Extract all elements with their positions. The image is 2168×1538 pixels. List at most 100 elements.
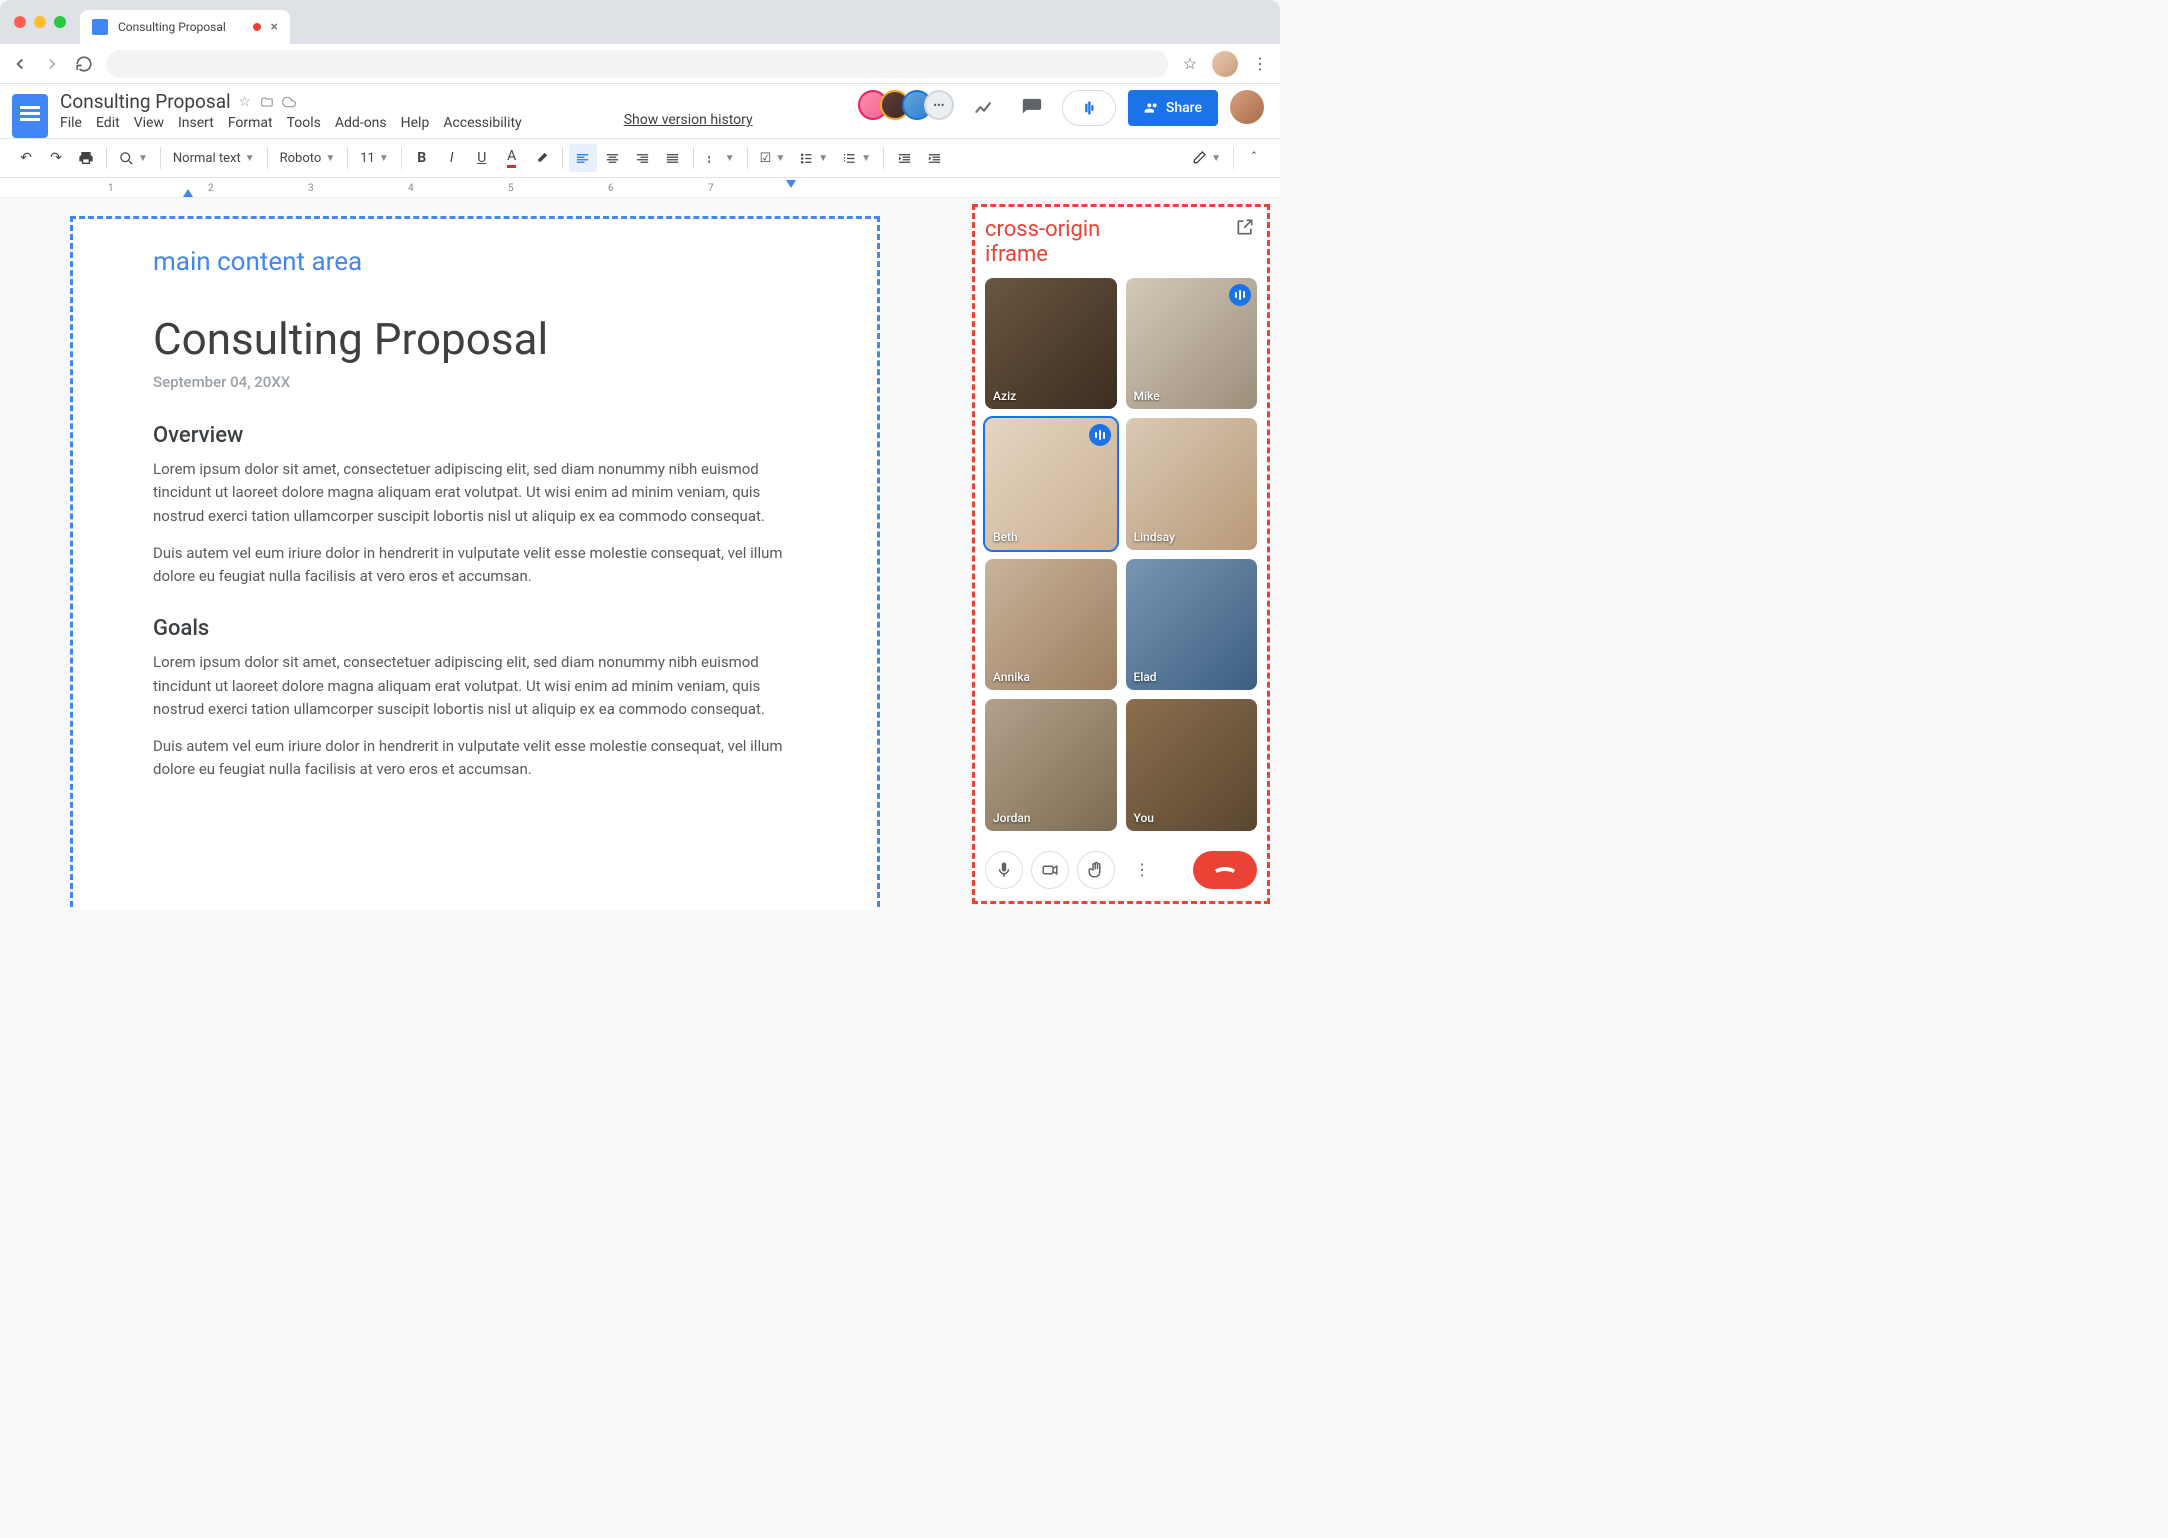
hide-menus-button[interactable]: ˆ — [1240, 144, 1268, 172]
window-controls — [0, 16, 80, 28]
highlight-color-button[interactable] — [528, 144, 556, 172]
document-heading[interactable]: Consulting Proposal — [153, 313, 797, 365]
menu-format[interactable]: Format — [228, 115, 273, 131]
bullet-list-button[interactable]: ▼ — [793, 144, 834, 172]
video-tile[interactable]: Annika — [985, 559, 1117, 691]
menu-view[interactable]: View — [134, 115, 164, 131]
camera-button[interactable] — [1031, 851, 1069, 889]
paragraph[interactable]: Lorem ipsum dolor sit amet, consectetuer… — [153, 458, 797, 528]
move-document-icon[interactable] — [259, 94, 275, 110]
google-docs-logo-icon[interactable] — [12, 94, 48, 138]
menu-edit[interactable]: Edit — [96, 115, 120, 131]
video-tile[interactable]: Aziz — [985, 278, 1117, 410]
bookmark-star-icon[interactable]: ☆ — [1180, 54, 1200, 74]
browser-tab-strip: Consulting Proposal × — [0, 0, 1280, 44]
share-button[interactable]: Share — [1128, 90, 1218, 126]
editing-mode-button[interactable]: ▼ — [1185, 144, 1227, 172]
menu-help[interactable]: Help — [401, 115, 430, 131]
more-options-button[interactable]: ⋮ — [1123, 851, 1161, 889]
underline-button[interactable]: U — [468, 144, 496, 172]
docs-header: Consulting Proposal ☆ File Edit View Ins… — [0, 84, 1280, 138]
participant-name: Jordan — [993, 811, 1031, 825]
collaborator-more[interactable]: ••• — [924, 90, 954, 120]
paragraph[interactable]: Lorem ipsum dolor sit amet, consectetuer… — [153, 651, 797, 721]
participant-name: Aziz — [993, 389, 1016, 403]
checklist-button[interactable]: ☑▼ — [754, 144, 792, 172]
undo-button[interactable]: ↶ — [12, 144, 40, 172]
redo-button[interactable]: ↷ — [42, 144, 70, 172]
paragraph-style-dropdown[interactable]: Normal text▼ — [167, 144, 261, 172]
video-tile[interactable]: Jordan — [985, 699, 1117, 831]
url-input[interactable] — [106, 50, 1168, 78]
font-family-dropdown[interactable]: Roboto▼ — [274, 144, 342, 172]
paragraph[interactable]: Duis autem vel eum iriure dolor in hendr… — [153, 735, 797, 782]
zoom-dropdown[interactable]: ▼ — [113, 144, 154, 172]
video-tile[interactable]: Mike — [1126, 278, 1258, 410]
cloud-saved-icon[interactable] — [281, 94, 297, 110]
formatting-toolbar: ↶ ↷ ▼ Normal text▼ Roboto▼ 11▼ B I U A ▼ — [0, 138, 1280, 178]
share-button-label: Share — [1166, 100, 1202, 116]
browser-tab[interactable]: Consulting Proposal × — [80, 10, 290, 44]
bold-button[interactable]: B — [408, 144, 436, 172]
meet-side-panel: cross-originiframe Aziz Mike Beth Lindsay An… — [972, 204, 1270, 904]
numbered-list-button[interactable]: ▼ — [836, 144, 877, 172]
menu-tools[interactable]: Tools — [287, 115, 321, 131]
speaking-indicator-icon — [1229, 284, 1251, 306]
menu-insert[interactable]: Insert — [178, 115, 214, 131]
version-history-link[interactable]: Show version history — [624, 90, 753, 128]
annotation-iframe: cross-originiframe — [985, 217, 1100, 268]
text-color-button[interactable]: A — [498, 144, 526, 172]
mute-mic-button[interactable] — [985, 851, 1023, 889]
print-button[interactable] — [72, 144, 100, 172]
paragraph[interactable]: Duis autem vel eum iriure dolor in hendr… — [153, 542, 797, 589]
video-tile[interactable]: Lindsay — [1126, 418, 1258, 550]
decrease-indent-button[interactable] — [890, 144, 918, 172]
comments-icon[interactable] — [1014, 90, 1050, 126]
browser-forward-button[interactable] — [42, 54, 62, 74]
window-fullscreen-dot[interactable] — [54, 16, 66, 28]
horizontal-ruler[interactable]: 1 2 3 4 5 6 7 — [0, 178, 1280, 198]
participant-name: Beth — [993, 530, 1018, 544]
tab-close-button[interactable]: × — [271, 19, 278, 35]
menu-addons[interactable]: Add-ons — [335, 115, 387, 131]
annotation-main-content: main content area — [153, 247, 797, 277]
participant-name: Lindsay — [1134, 530, 1175, 544]
align-justify-button[interactable] — [659, 144, 687, 172]
participant-name: Annika — [993, 670, 1030, 684]
italic-button[interactable]: I — [438, 144, 466, 172]
document-date[interactable]: September 04, 20XX — [153, 373, 797, 391]
browser-back-button[interactable] — [10, 54, 30, 74]
meet-in-docs-button[interactable] — [1062, 90, 1116, 126]
video-grid: Aziz Mike Beth Lindsay Annika Elad Jordan You — [985, 278, 1257, 831]
browser-profile-avatar[interactable] — [1212, 51, 1238, 77]
section-heading[interactable]: Goals — [153, 616, 797, 641]
activity-dashboard-icon[interactable] — [966, 90, 1002, 126]
font-size-dropdown[interactable]: 11▼ — [354, 144, 395, 172]
increase-indent-button[interactable] — [920, 144, 948, 172]
window-close-dot[interactable] — [14, 16, 26, 28]
browser-more-menu[interactable]: ⋮ — [1250, 54, 1270, 74]
account-avatar[interactable] — [1230, 90, 1264, 124]
align-right-button[interactable] — [629, 144, 657, 172]
menu-accessibility[interactable]: Accessibility — [443, 115, 521, 131]
video-tile[interactable]: Elad — [1126, 559, 1258, 691]
star-document-icon[interactable]: ☆ — [237, 94, 253, 110]
video-tile[interactable]: You — [1126, 699, 1258, 831]
raise-hand-button[interactable] — [1077, 851, 1115, 889]
document-page[interactable]: main content area Consulting Proposal Se… — [70, 216, 880, 910]
section-heading[interactable]: Overview — [153, 423, 797, 448]
align-left-button[interactable] — [569, 144, 597, 172]
browser-address-bar: ☆ ⋮ — [0, 44, 1280, 84]
document-canvas[interactable]: main content area Consulting Proposal Se… — [0, 198, 972, 910]
document-title[interactable]: Consulting Proposal — [60, 90, 231, 113]
line-spacing-button[interactable]: ▼ — [700, 144, 741, 172]
align-center-button[interactable] — [599, 144, 627, 172]
popout-icon[interactable] — [1235, 217, 1257, 239]
call-controls: ⋮ — [985, 843, 1257, 889]
participant-name: Mike — [1134, 389, 1160, 403]
video-tile[interactable]: Beth — [985, 418, 1117, 550]
window-minimize-dot[interactable] — [34, 16, 46, 28]
menu-file[interactable]: File — [60, 115, 82, 131]
hangup-button[interactable] — [1193, 851, 1257, 889]
browser-reload-button[interactable] — [74, 54, 94, 74]
